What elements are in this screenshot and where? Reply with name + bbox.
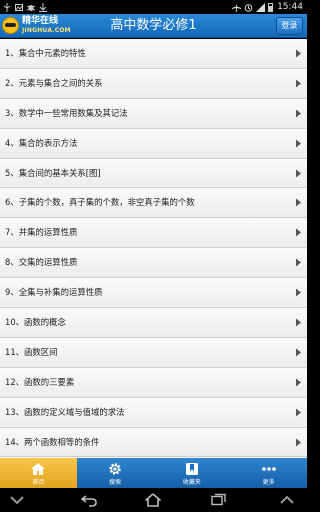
chevron-right-icon xyxy=(296,258,301,267)
chevron-right-icon xyxy=(296,79,301,88)
status-bar: 15:44 xyxy=(0,0,307,14)
chevron-right-icon xyxy=(296,318,301,327)
list-item-label: 10、函数的概念 xyxy=(5,317,66,328)
list-item-label: 8、交集的运算性质 xyxy=(5,257,78,268)
list-item-label: 9、全集与补集的运算性质 xyxy=(5,287,103,298)
bottom-tab-bar: 首页 搜索 收藏夹 更多 xyxy=(0,458,307,488)
list-item-label: 6、子集的个数，真子集的个数，非空真子集的个数 xyxy=(5,197,195,208)
usb-icon xyxy=(3,2,11,12)
bookmark-icon xyxy=(185,463,198,475)
image-icon xyxy=(15,3,23,12)
list-item-label: 1、集合中元素的特性 xyxy=(5,48,86,58)
list-item-label: 11、函数区间 xyxy=(5,346,58,357)
page-title: 高中数学必修1 xyxy=(110,18,197,33)
list-item[interactable]: 1、集合中元素的特性 xyxy=(0,39,307,69)
system-icons: 15:44 xyxy=(232,1,303,13)
chevron-right-icon xyxy=(296,169,301,178)
tab-favorites[interactable]: 收藏夹 xyxy=(154,458,231,488)
home-icon xyxy=(31,463,46,475)
tab-label: 收藏夹 xyxy=(182,479,201,486)
list-item-label: 13、函数的定义域与值域的求法 xyxy=(5,406,125,417)
list-item-label: 3、数学中一些常用数集及其记法 xyxy=(5,107,128,118)
login-button[interactable]: 登录 xyxy=(276,17,303,35)
chevron-right-icon xyxy=(296,228,301,237)
list-item[interactable]: 13、函数的定义域与值域的求法 xyxy=(0,397,307,428)
list-item[interactable]: 3、数学中一些常用数集及其记法 xyxy=(0,98,307,129)
list-item[interactable]: 12、函数的三要素 xyxy=(0,367,307,398)
notification-icons xyxy=(3,2,47,12)
chevron-right-icon xyxy=(296,408,301,417)
battery-icon xyxy=(268,2,274,12)
tab-label: 更多 xyxy=(262,479,275,486)
more-icon xyxy=(261,467,276,471)
chevron-right-icon xyxy=(296,288,301,297)
list-item-label: 12、函数的三要素 xyxy=(5,376,75,387)
tab-label: 首页 xyxy=(32,479,45,486)
gear-icon xyxy=(109,463,121,475)
clock: 15:44 xyxy=(277,2,303,12)
list-item[interactable]: 10、函数的概念 xyxy=(0,308,307,338)
list-item[interactable]: 9、全集与补集的运算性质 xyxy=(0,278,307,309)
list-item[interactable]: 2、元素与集合之间的关系 xyxy=(0,68,307,99)
list-item[interactable]: 11、函数区间 xyxy=(0,337,307,368)
list-item-label: 7、并集的运算性质 xyxy=(5,227,78,238)
list-item-label: 5、集合间的基本关系[图] xyxy=(5,167,101,178)
tab-more[interactable]: 更多 xyxy=(230,458,307,488)
list-item[interactable]: 8、交集的运算性质 xyxy=(0,248,307,279)
chevron-right-icon xyxy=(296,378,301,387)
up-arrow-icon[interactable] xyxy=(278,493,296,507)
list-item[interactable]: 5、集合间的基本关系[图] xyxy=(0,158,307,189)
list-item[interactable]: 7、并集的运算性质 xyxy=(0,218,307,249)
chapter-list: 1、集合中元素的特性 2、元素与集合之间的关系 3、数学中一些常用数集及其记法 … xyxy=(0,39,307,458)
list-item[interactable]: 6、子集的个数，真子集的个数，非空真子集的个数 xyxy=(0,188,307,219)
list-item-label: 2、元素与集合之间的关系 xyxy=(5,77,103,88)
tab-label: 搜索 xyxy=(109,479,122,486)
recent-apps-icon[interactable] xyxy=(210,493,228,507)
tab-home[interactable]: 首页 xyxy=(0,458,77,488)
signal-icon xyxy=(256,2,266,12)
bug-icon xyxy=(26,3,36,12)
chevron-right-icon xyxy=(296,348,301,357)
airplane-mode-icon xyxy=(232,2,242,12)
chevron-right-icon xyxy=(296,109,301,118)
download-icon xyxy=(39,2,47,12)
list-item[interactable]: 4、集合的表示方法 xyxy=(0,128,307,159)
down-arrow-icon[interactable] xyxy=(8,493,26,507)
chevron-right-icon xyxy=(296,139,301,148)
chevron-right-icon xyxy=(296,49,301,58)
tab-search[interactable]: 搜索 xyxy=(77,458,154,488)
chevron-right-icon xyxy=(296,438,301,447)
home-icon[interactable] xyxy=(144,493,162,507)
system-nav-bar xyxy=(0,488,307,512)
chevron-right-icon xyxy=(296,198,301,207)
list-item-label: 4、集合的表示方法 xyxy=(5,137,78,148)
app-header: 精华在线 JINGHUA.COM 高中数学必修1 登录 xyxy=(0,14,307,38)
list-item-label: 14、两个函数相等的条件 xyxy=(5,436,100,447)
list-item[interactable]: 14、两个函数相等的条件 xyxy=(0,427,307,458)
back-icon[interactable] xyxy=(80,493,98,507)
alarm-icon xyxy=(244,3,253,12)
